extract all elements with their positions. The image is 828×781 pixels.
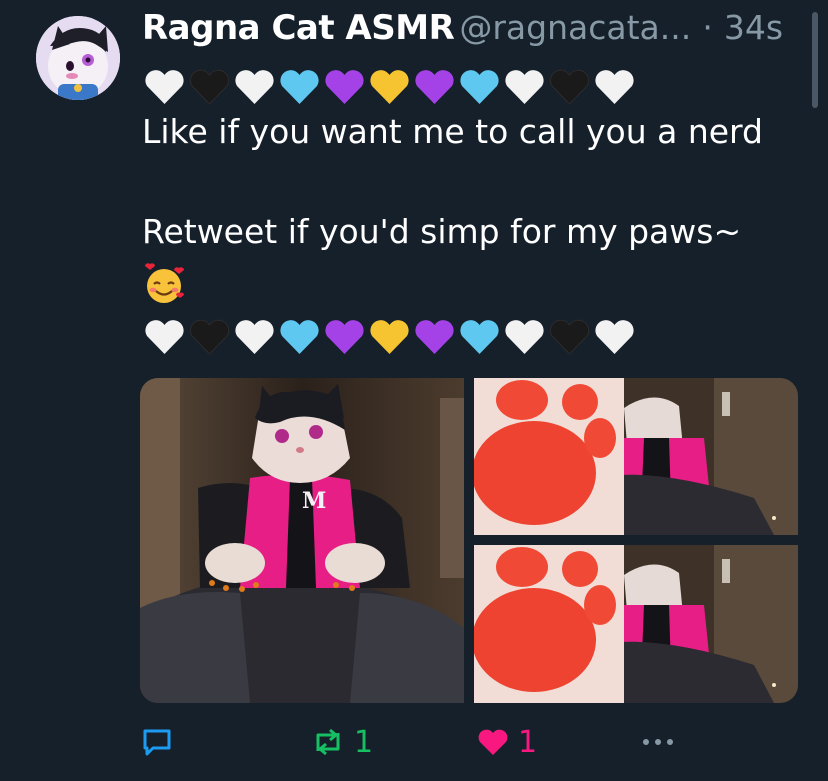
smiling-face-with-hearts-icon xyxy=(145,263,184,303)
avatar[interactable] xyxy=(36,16,120,100)
purple-heart-icon xyxy=(325,70,364,104)
svg-text:M: M xyxy=(302,488,326,514)
display-name[interactable]: Ragna Cat ASMR xyxy=(142,8,455,48)
tweet-text-line-1: Like if you want me to call you a nerd xyxy=(142,112,763,151)
white-heart-icon xyxy=(595,320,634,354)
media-grid: M xyxy=(140,378,798,703)
purple-heart-icon xyxy=(325,320,364,354)
tweet-text-line-2: Retweet if you'd simp for my paws~ xyxy=(142,212,742,251)
comment-icon xyxy=(143,729,171,756)
purple-heart-icon xyxy=(415,320,454,354)
retweet-button[interactable]: 1 xyxy=(310,720,373,764)
black-heart-icon xyxy=(189,319,230,355)
blue-heart-icon xyxy=(460,70,499,104)
white-heart-icon xyxy=(235,70,274,104)
blue-heart-icon xyxy=(280,70,319,104)
more-button[interactable] xyxy=(638,720,678,764)
yellow-heart-icon xyxy=(370,320,409,354)
media-image-2[interactable] xyxy=(474,378,798,535)
yellow-heart-icon xyxy=(370,70,409,104)
like-button[interactable]: 1 xyxy=(476,720,537,764)
heart-filled-icon xyxy=(478,729,508,755)
blue-heart-icon xyxy=(460,320,499,354)
tweet-header: Ragna Cat ASMR @ragnacata... · 34s xyxy=(142,8,812,58)
cat-paw-image-1 xyxy=(474,378,798,535)
timestamp[interactable]: 34s xyxy=(724,8,783,47)
white-heart-icon xyxy=(595,70,634,104)
like-count: 1 xyxy=(518,724,538,760)
header-separator: · xyxy=(702,8,713,47)
black-heart-icon xyxy=(549,69,590,105)
black-heart-icon xyxy=(189,69,230,105)
blue-heart-icon xyxy=(280,320,319,354)
retweet-count: 1 xyxy=(354,724,374,760)
white-heart-icon xyxy=(145,70,184,104)
reply-button[interactable] xyxy=(140,720,174,764)
avatar-image xyxy=(36,16,120,100)
emoji-heart-row-bottom xyxy=(142,316,637,360)
cat-paw-image-2 xyxy=(474,545,798,703)
purple-heart-icon xyxy=(415,70,454,104)
black-heart-icon xyxy=(549,319,590,355)
cat-avatar-image: M xyxy=(140,378,464,703)
retweet-icon xyxy=(316,728,340,756)
emoji-heart-row-top xyxy=(142,66,637,110)
tweet-actions: 1 1 xyxy=(140,720,680,764)
scrollbar[interactable] xyxy=(812,12,818,108)
white-heart-icon xyxy=(505,70,544,104)
more-dots-icon xyxy=(643,739,673,745)
white-heart-icon xyxy=(235,320,274,354)
white-heart-icon xyxy=(145,320,184,354)
media-image-3[interactable] xyxy=(474,545,798,703)
media-image-1[interactable]: M xyxy=(140,378,464,703)
white-heart-icon xyxy=(505,320,544,354)
user-handle[interactable]: @ragnacata... xyxy=(459,8,691,47)
